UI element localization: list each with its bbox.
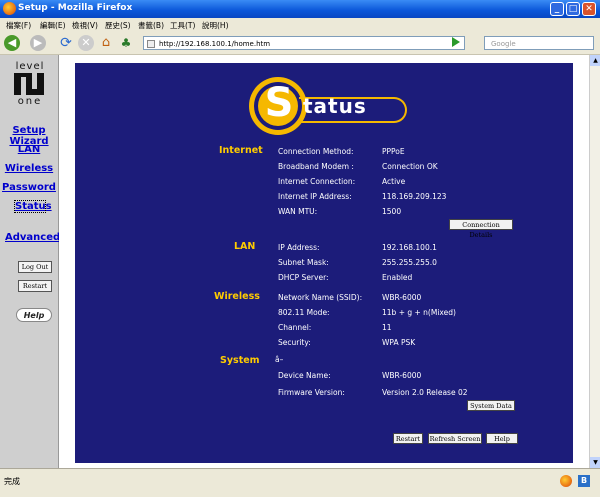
- addon-status-icon[interactable]: B: [578, 475, 590, 487]
- menu-file[interactable]: 檔案(F): [6, 20, 31, 31]
- label-lan-ip: IP Address:: [278, 243, 320, 252]
- status-logo: S tatus: [249, 77, 409, 135]
- back-icon[interactable]: ◀: [4, 35, 20, 51]
- system-data-button[interactable]: System Data: [467, 400, 515, 411]
- label-security: Security:: [278, 338, 311, 347]
- value-dhcp-server: Enabled: [382, 273, 413, 282]
- go-icon[interactable]: [452, 37, 460, 47]
- status-bar: 完成 B: [0, 468, 600, 497]
- label-ssid: Network Name (SSID):: [278, 293, 363, 302]
- page-icon: [147, 40, 155, 48]
- menu-view[interactable]: 檢視(V): [72, 20, 98, 31]
- label-dhcp-server: DHCP Server:: [278, 273, 329, 282]
- value-wan-mtu: 1500: [382, 207, 402, 216]
- levelone-logo: level one: [8, 61, 52, 107]
- nav-wireless[interactable]: Wireless: [0, 163, 58, 174]
- label-channel: Channel:: [278, 323, 312, 332]
- label-device-name: Device Name:: [278, 371, 331, 380]
- label-broadband-modem: Broadband Modem :: [278, 162, 354, 171]
- label-wan-mtu: WAN MTU:: [278, 207, 318, 216]
- close-button[interactable]: ✕: [582, 2, 596, 16]
- menu-history[interactable]: 歷史(S): [105, 20, 131, 31]
- logo-mark: [14, 73, 44, 95]
- restart-panel-button[interactable]: Restart: [393, 433, 423, 444]
- value-ssid: WBR-6000: [382, 293, 422, 302]
- title-bar: Setup - Mozilla Firefox _ □ ✕: [0, 0, 600, 18]
- value-lan-ip: 192.168.100.1: [382, 243, 437, 252]
- refresh-screen-button[interactable]: Refresh Screen: [428, 433, 482, 444]
- menu-bookmarks[interactable]: 書籤(B): [138, 20, 164, 31]
- forward-icon[interactable]: ▶: [30, 35, 46, 51]
- value-security: WPA PSK: [382, 338, 416, 347]
- logout-button[interactable]: Log Out: [18, 261, 52, 273]
- vertical-scrollbar[interactable]: ▲ ▼: [589, 55, 600, 468]
- value-channel: 11: [382, 323, 392, 332]
- logo-text-top: level: [15, 61, 45, 72]
- logo-word: tatus: [303, 94, 367, 118]
- minimize-button[interactable]: _: [550, 2, 564, 16]
- section-wireless-title: Wireless: [214, 291, 260, 302]
- logo-text-bottom: one: [17, 96, 43, 107]
- maximize-button[interactable]: □: [566, 2, 580, 16]
- firefox-status-icon[interactable]: [560, 475, 572, 487]
- label-internet-ip: Internet IP Address:: [278, 192, 352, 201]
- section-system-title: System: [220, 355, 260, 366]
- scroll-down-icon[interactable]: ▼: [590, 457, 600, 468]
- value-80211-mode: 11b + g + n(Mixed): [382, 308, 456, 317]
- logo-letter: S: [264, 80, 294, 126]
- addon-icon[interactable]: ♣: [118, 35, 134, 51]
- section-internet-title: Internet: [219, 145, 263, 156]
- menu-bar: 檔案(F) 編輯(E) 檢視(V) 歷史(S) 書籤(B) 工具(T) 說明(H…: [0, 18, 600, 32]
- label-subnet-mask: Subnet Mask:: [278, 258, 329, 267]
- url-input[interactable]: http://192.168.100.1/home.htm: [143, 36, 465, 50]
- search-placeholder: Google: [491, 40, 516, 48]
- menu-help[interactable]: 說明(H): [202, 20, 229, 31]
- nav-status[interactable]: Status: [14, 200, 52, 213]
- restart-button[interactable]: Restart: [18, 280, 52, 292]
- value-connection-method: PPPoE: [382, 147, 405, 156]
- value-subnet-mask: 255.255.255.0: [382, 258, 437, 267]
- search-input[interactable]: Google: [484, 36, 594, 50]
- value-internet-connection: Active: [382, 177, 406, 186]
- label-firmware-version: Firmware Version:: [278, 388, 345, 397]
- sidebar: level one Setup Wizard LAN Wireless Pass…: [0, 55, 60, 468]
- menu-tools[interactable]: 工具(T): [170, 20, 195, 31]
- nav-advanced[interactable]: Advanced: [5, 232, 60, 243]
- firefox-icon: [3, 2, 16, 15]
- reload-icon[interactable]: ⟳: [58, 35, 74, 51]
- help-panel-button[interactable]: Help: [486, 433, 518, 444]
- status-text: 完成: [4, 477, 20, 486]
- value-firmware-version: Version 2.0 Release 02: [382, 388, 468, 397]
- home-icon[interactable]: ⌂: [98, 35, 114, 51]
- help-icon[interactable]: Help: [16, 308, 52, 322]
- stop-icon[interactable]: ✕: [78, 35, 94, 51]
- section-lan-title: LAN: [234, 241, 256, 252]
- connection-details-button[interactable]: Connection Details: [449, 219, 513, 239]
- navigation-toolbar: ◀ ▶ ⟳ ✕ ⌂ ♣ http://192.168.100.1/home.ht…: [0, 32, 600, 55]
- menu-edit[interactable]: 編輯(E): [40, 20, 66, 31]
- value-broadband-modem: Connection OK: [382, 162, 438, 171]
- nav-password[interactable]: Password: [0, 182, 58, 193]
- value-internet-ip: 118.169.209.123: [382, 192, 447, 201]
- status-panel: S tatus Internet Connection Method: PPPo…: [75, 63, 573, 463]
- value-device-name: WBR-6000: [382, 371, 422, 380]
- scroll-up-icon[interactable]: ▲: [590, 55, 600, 66]
- url-text: http://192.168.100.1/home.htm: [159, 40, 271, 48]
- label-internet-connection: Internet Connection:: [278, 177, 356, 186]
- main-content: S tatus Internet Connection Method: PPPo…: [59, 55, 589, 468]
- system-garbled-text: â–: [275, 355, 284, 364]
- window-title: Setup - Mozilla Firefox: [18, 3, 133, 13]
- nav-lan[interactable]: LAN: [0, 144, 58, 155]
- label-connection-method: Connection Method:: [278, 147, 354, 156]
- label-80211-mode: 802.11 Mode:: [278, 308, 330, 317]
